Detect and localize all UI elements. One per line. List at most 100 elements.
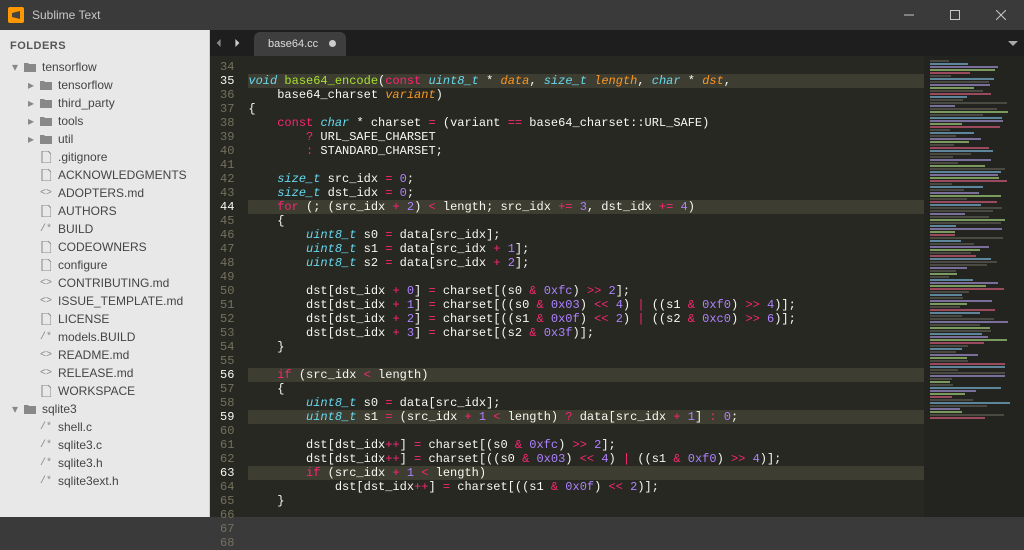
tree-file[interactable]: /*BUILD: [0, 220, 209, 238]
code-line[interactable]: dst[dst_idx++] = charset[((s0 & 0x03) <<…: [248, 452, 924, 466]
code-line[interactable]: : STANDARD_CHARSET;: [248, 144, 924, 158]
tree-file[interactable]: ACKNOWLEDGMENTS: [0, 166, 209, 184]
code-line[interactable]: dst[dst_idx + 0] = charset[(s0 & 0xfc) >…: [248, 284, 924, 298]
line-number[interactable]: 44: [220, 200, 234, 214]
code-line[interactable]: uint8_t s0 = data[src_idx];: [248, 228, 924, 242]
code-line[interactable]: }: [248, 340, 924, 354]
line-number[interactable]: 40: [220, 144, 234, 158]
code-line[interactable]: [248, 354, 924, 368]
line-number-gutter[interactable]: 3435363738394041424344454647484950515253…: [210, 56, 242, 517]
code-line[interactable]: dst[dst_idx + 3] = charset[(s2 & 0x3f)];: [248, 326, 924, 340]
line-number[interactable]: 47: [220, 242, 234, 256]
tree-file[interactable]: <>ISSUE_TEMPLATE.md: [0, 292, 209, 310]
line-number[interactable]: 41: [220, 158, 234, 172]
tree-file[interactable]: <>ADOPTERS.md: [0, 184, 209, 202]
line-number[interactable]: 64: [220, 480, 234, 494]
tree-file[interactable]: <>CONTRIBUTING.md: [0, 274, 209, 292]
code-line[interactable]: dst[dst_idx++] = charset[(s0 & 0xfc) >> …: [248, 438, 924, 452]
code-line[interactable]: [248, 508, 924, 517]
maximize-button[interactable]: [932, 0, 978, 30]
code-line[interactable]: base64_charset variant): [248, 88, 924, 102]
tree-file[interactable]: /*sqlite3.h: [0, 454, 209, 472]
code-line[interactable]: dst[dst_idx++] = charset[((s1 & 0x0f) <<…: [248, 480, 924, 494]
minimize-button[interactable]: [886, 0, 932, 30]
line-number[interactable]: 68: [220, 536, 234, 550]
line-number[interactable]: 37: [220, 102, 234, 116]
code-line[interactable]: dst[dst_idx + 2] = charset[((s1 & 0x0f) …: [248, 312, 924, 326]
line-number[interactable]: 48: [220, 256, 234, 270]
tree-folder[interactable]: ▾sqlite3: [0, 400, 209, 418]
minimap[interactable]: [924, 56, 1024, 517]
line-number[interactable]: 38: [220, 116, 234, 130]
sidebar[interactable]: FOLDERS ▾tensorflow▸tensorflow▸third_par…: [0, 30, 210, 517]
tab-base64-cc[interactable]: base64.cc: [254, 32, 346, 56]
line-number[interactable]: 46: [220, 228, 234, 242]
tree-folder[interactable]: ▸util: [0, 130, 209, 148]
tree-file[interactable]: /*sqlite3ext.h: [0, 472, 209, 490]
line-number[interactable]: 65: [220, 494, 234, 508]
line-number[interactable]: 34: [220, 60, 234, 74]
code-line[interactable]: for (; (src_idx + 2) < length; src_idx +…: [248, 200, 924, 214]
editor-area[interactable]: 3435363738394041424344454647484950515253…: [210, 56, 1024, 517]
code-line[interactable]: {: [248, 214, 924, 228]
line-number[interactable]: 43: [220, 186, 234, 200]
line-number[interactable]: 57: [220, 382, 234, 396]
line-number[interactable]: 52: [220, 312, 234, 326]
code-line[interactable]: {: [248, 382, 924, 396]
line-number[interactable]: 66: [220, 508, 234, 522]
code-line[interactable]: uint8_t s0 = data[src_idx];: [248, 396, 924, 410]
line-number[interactable]: 49: [220, 270, 234, 284]
code-line[interactable]: [248, 424, 924, 438]
tree-file[interactable]: AUTHORS: [0, 202, 209, 220]
code-line[interactable]: void base64_encode(const uint8_t * data,…: [248, 74, 924, 88]
line-number[interactable]: 59: [220, 410, 234, 424]
line-number[interactable]: 62: [220, 452, 234, 466]
tree-file[interactable]: /*shell.c: [0, 418, 209, 436]
line-number[interactable]: 63: [220, 466, 234, 480]
tree-file[interactable]: /*models.BUILD: [0, 328, 209, 346]
tree-file[interactable]: CODEOWNERS: [0, 238, 209, 256]
code-line[interactable]: const char * charset = (variant == base6…: [248, 116, 924, 130]
code-line[interactable]: uint8_t s1 = (src_idx + 1 < length) ? da…: [248, 410, 924, 424]
line-number[interactable]: 56: [220, 368, 234, 382]
tree-folder[interactable]: ▾tensorflow: [0, 58, 209, 76]
code-line[interactable]: ? URL_SAFE_CHARSET: [248, 130, 924, 144]
code-line[interactable]: [248, 270, 924, 284]
line-number[interactable]: 54: [220, 340, 234, 354]
line-number[interactable]: 55: [220, 354, 234, 368]
tree-file[interactable]: <>README.md: [0, 346, 209, 364]
line-number[interactable]: 36: [220, 88, 234, 102]
close-button[interactable]: [978, 0, 1024, 30]
tree-folder[interactable]: ▸tensorflow: [0, 76, 209, 94]
line-number[interactable]: 51: [220, 298, 234, 312]
code-line[interactable]: }: [248, 494, 924, 508]
line-number[interactable]: 67: [220, 522, 234, 536]
line-number[interactable]: 45: [220, 214, 234, 228]
line-number[interactable]: 42: [220, 172, 234, 186]
tree-folder[interactable]: ▸tools: [0, 112, 209, 130]
code-line[interactable]: uint8_t s1 = data[src_idx + 1];: [248, 242, 924, 256]
code-line[interactable]: uint8_t s2 = data[src_idx + 2];: [248, 256, 924, 270]
line-number[interactable]: 39: [220, 130, 234, 144]
tree-file[interactable]: <>RELEASE.md: [0, 364, 209, 382]
code-line[interactable]: [248, 60, 924, 74]
line-number[interactable]: 53: [220, 326, 234, 340]
tree-file[interactable]: configure: [0, 256, 209, 274]
code-line[interactable]: dst[dst_idx + 1] = charset[((s0 & 0x03) …: [248, 298, 924, 312]
code-line[interactable]: {: [248, 102, 924, 116]
code-line[interactable]: [248, 158, 924, 172]
tree-folder[interactable]: ▸third_party: [0, 94, 209, 112]
code-line[interactable]: size_t dst_idx = 0;: [248, 186, 924, 200]
line-number[interactable]: 60: [220, 424, 234, 438]
code-content[interactable]: void base64_encode(const uint8_t * data,…: [242, 56, 924, 517]
nav-back-button[interactable]: [210, 30, 228, 56]
line-number[interactable]: 35: [220, 74, 234, 88]
code-line[interactable]: size_t src_idx = 0;: [248, 172, 924, 186]
line-number[interactable]: 58: [220, 396, 234, 410]
nav-forward-button[interactable]: [228, 30, 246, 56]
tree-file[interactable]: WORKSPACE: [0, 382, 209, 400]
tree-file[interactable]: .gitignore: [0, 148, 209, 166]
code-line[interactable]: if (src_idx < length): [248, 368, 924, 382]
line-number[interactable]: 50: [220, 284, 234, 298]
tree-file[interactable]: /*sqlite3.c: [0, 436, 209, 454]
